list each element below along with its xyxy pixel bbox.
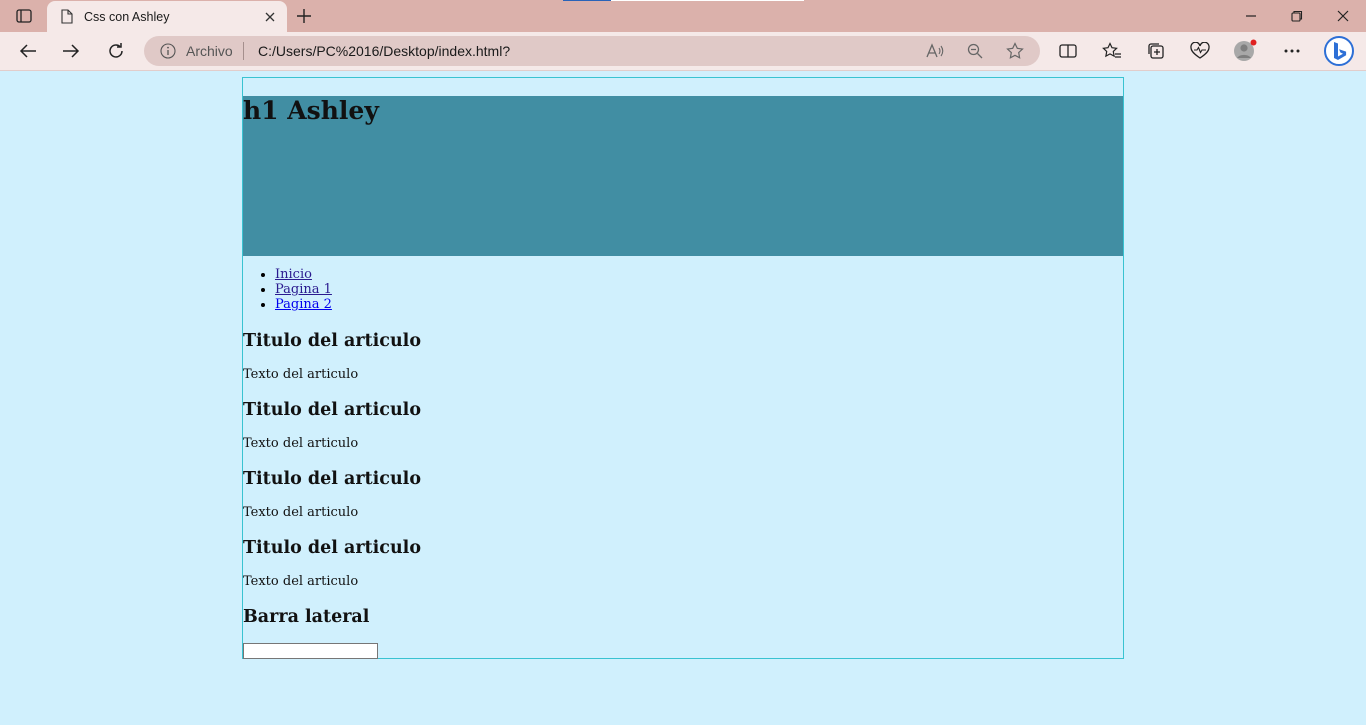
page-title: h1 Ashley xyxy=(243,96,379,125)
reload-button[interactable] xyxy=(103,39,129,63)
nav-link-pagina-1[interactable]: Pagina 1 xyxy=(275,282,332,297)
tabbar-highlight xyxy=(563,0,611,1)
collections-icon xyxy=(1148,43,1164,59)
restore-button[interactable] xyxy=(1285,5,1309,27)
nav-item: Pagina 1 xyxy=(275,282,332,297)
favorite-star-icon[interactable] xyxy=(1004,41,1026,61)
favorites-button[interactable] xyxy=(1099,39,1125,63)
page-file-icon xyxy=(59,9,75,25)
tab-actions-button[interactable] xyxy=(10,7,38,25)
article-text: Texto del articulo xyxy=(243,505,359,520)
new-tab-button[interactable] xyxy=(292,5,316,27)
article-title: Titulo del articulo xyxy=(243,400,421,420)
avatar-icon xyxy=(1234,39,1257,61)
article-title: Titulo del articulo xyxy=(243,331,421,351)
article-text: Texto del articulo xyxy=(243,367,359,382)
browser-tab-bar: Css con Ashley xyxy=(0,0,1366,32)
tab-actions-icon xyxy=(16,9,32,23)
page-container: h1 Ashley Inicio Pagina 1 Pagina 2 Titul… xyxy=(242,77,1124,659)
article-title: Titulo del articulo xyxy=(243,538,421,558)
page-header: h1 Ashley xyxy=(243,96,1123,256)
tabbar-highlight xyxy=(611,0,804,1)
plus-icon xyxy=(297,9,311,23)
minimize-icon xyxy=(1246,15,1256,17)
profile-button[interactable] xyxy=(1232,39,1258,63)
arrow-left-icon xyxy=(19,44,36,58)
settings-more-button[interactable] xyxy=(1279,39,1305,63)
bing-chat-button[interactable] xyxy=(1323,35,1355,67)
article-title: Titulo del articulo xyxy=(243,469,421,489)
article-text: Texto del articulo xyxy=(243,574,359,589)
tab-close-icon[interactable] xyxy=(259,6,281,28)
tab-title: Css con Ashley xyxy=(84,9,170,24)
forward-button[interactable] xyxy=(58,39,84,63)
url-text[interactable]: C:/Users/PC%2016/Desktop/index.html? xyxy=(258,43,510,59)
split-screen-button[interactable] xyxy=(1055,39,1081,63)
close-window-button[interactable] xyxy=(1331,5,1355,27)
browser-essentials-button[interactable] xyxy=(1187,39,1213,63)
arrow-right-icon xyxy=(63,44,80,58)
split-screen-icon xyxy=(1059,44,1077,58)
address-bar[interactable]: Archivo C:/Users/PC%2016/Desktop/index.h… xyxy=(144,36,1040,66)
address-scheme-label: Archivo xyxy=(186,43,233,59)
restore-icon xyxy=(1291,10,1303,22)
sidebar-title: Barra lateral xyxy=(243,607,370,627)
collections-button[interactable] xyxy=(1143,39,1169,63)
nav-item: Inicio xyxy=(275,267,332,282)
sidebar-input[interactable] xyxy=(243,643,378,659)
zoom-out-icon[interactable] xyxy=(964,41,986,61)
bing-icon xyxy=(1324,36,1354,66)
read-aloud-icon[interactable] xyxy=(924,41,946,61)
refresh-icon xyxy=(109,43,123,58)
close-icon xyxy=(1337,10,1349,22)
nav-link-pagina-2[interactable]: Pagina 2 xyxy=(275,297,332,312)
more-dots-icon xyxy=(1284,49,1300,53)
info-icon[interactable] xyxy=(160,43,176,59)
address-separator xyxy=(243,42,244,60)
favorites-icon xyxy=(1102,42,1121,58)
nav-menu: Inicio Pagina 1 Pagina 2 xyxy=(243,267,332,312)
browser-tab[interactable]: Css con Ashley xyxy=(47,1,287,32)
article-text: Texto del articulo xyxy=(243,436,359,451)
heart-pulse-icon xyxy=(1190,42,1210,59)
back-button[interactable] xyxy=(15,39,41,63)
nav-item: Pagina 2 xyxy=(275,297,332,312)
nav-link-inicio[interactable]: Inicio xyxy=(275,267,312,282)
browser-toolbar: Archivo C:/Users/PC%2016/Desktop/index.h… xyxy=(0,32,1366,71)
minimize-button[interactable] xyxy=(1239,5,1263,27)
